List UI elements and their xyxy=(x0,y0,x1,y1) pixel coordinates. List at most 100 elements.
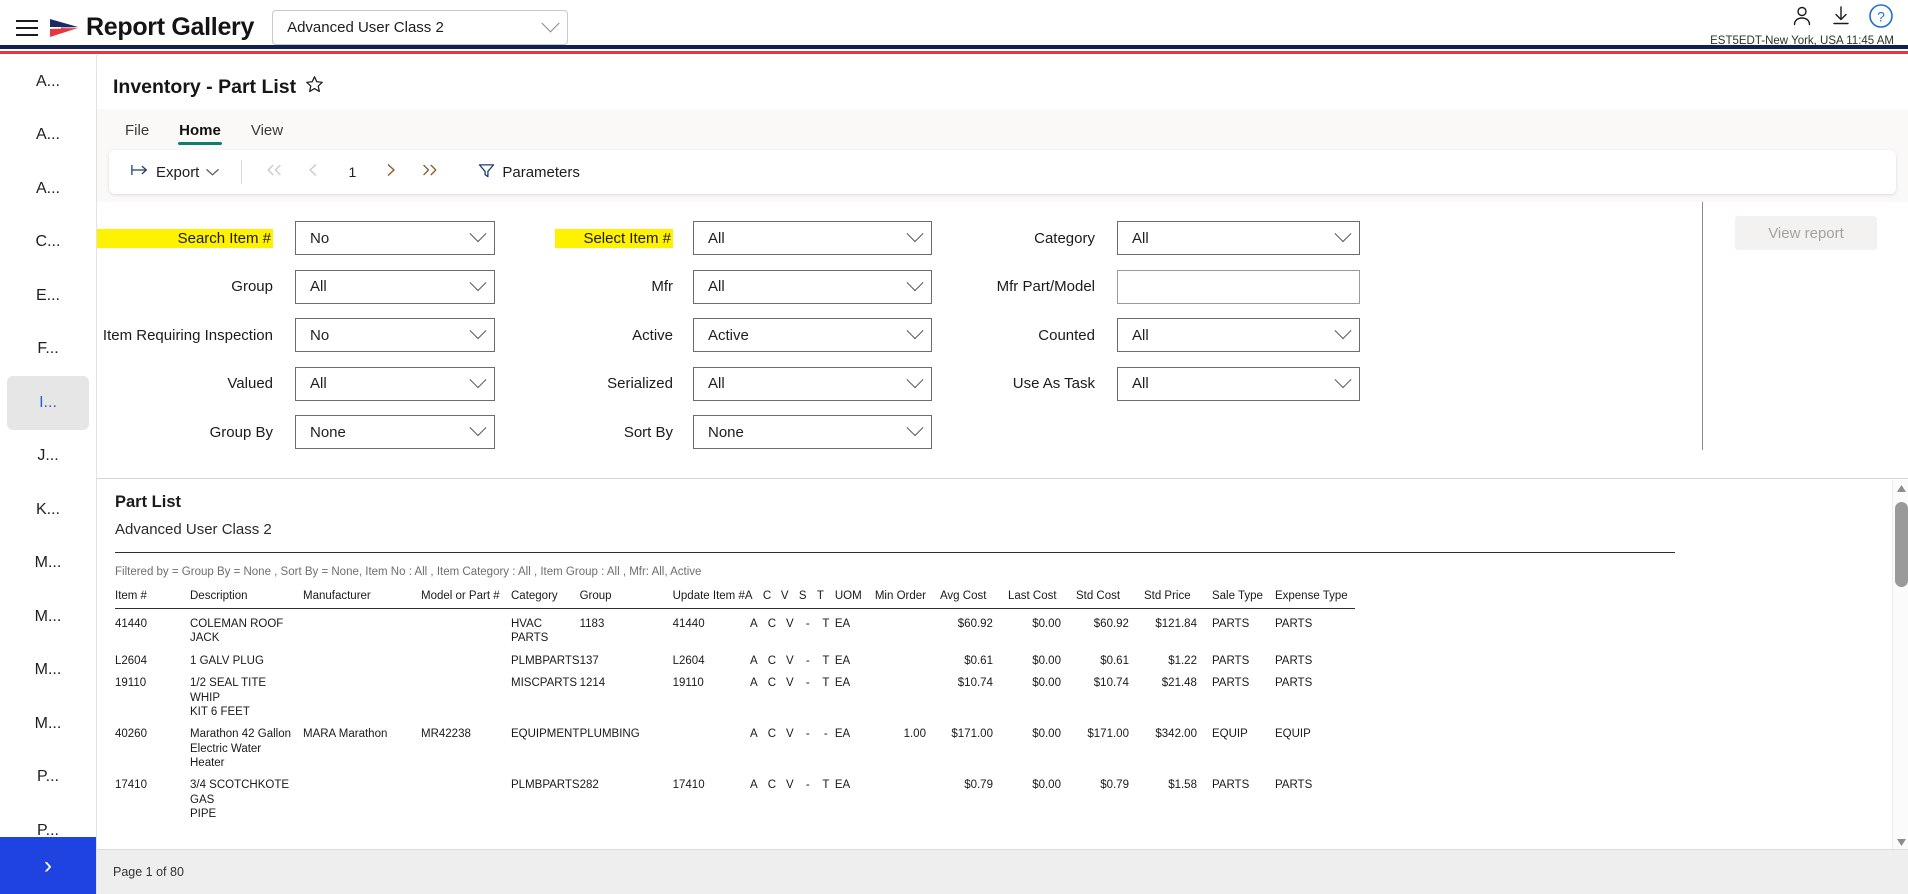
column-header: Min Order xyxy=(874,590,926,602)
sidebar-item-14[interactable]: P... xyxy=(7,804,89,837)
cell-group: 1214 xyxy=(579,677,606,690)
tab-file[interactable]: File xyxy=(113,118,161,147)
column-header: V xyxy=(780,590,789,602)
parameter-select[interactable]: No xyxy=(295,318,495,353)
sidebar-item-7[interactable]: J... xyxy=(7,430,89,484)
parameter-row: Group All xyxy=(97,263,495,312)
cell-item: 17410 xyxy=(115,779,147,792)
column-header: Last Cost xyxy=(1007,590,1057,602)
parameter-select[interactable]: All xyxy=(295,269,495,304)
parameter-select[interactable]: Active xyxy=(693,318,932,353)
filter-funnel-icon xyxy=(478,163,495,182)
sidebar-item-8[interactable]: K... xyxy=(7,483,89,537)
chevron-right-icon xyxy=(384,163,398,182)
sidebar-item-1[interactable]: A... xyxy=(7,109,89,163)
column-header: A xyxy=(744,590,753,602)
help-circle-icon[interactable]: ? xyxy=(1868,3,1894,34)
parameter-label: Group By xyxy=(209,423,273,441)
chevron-down-icon xyxy=(906,225,924,243)
parameter-row: Search Item # No xyxy=(97,214,495,263)
sidebar-item-9[interactable]: M... xyxy=(7,537,89,591)
parameter-label: Sort By xyxy=(623,423,673,441)
first-page-button[interactable] xyxy=(256,157,294,187)
cell-sale_type: PARTS xyxy=(1211,779,1250,792)
chevron-down-icon xyxy=(1334,371,1352,388)
parameter-label: Item Requiring Inspection xyxy=(102,326,273,344)
cell-sale_type: PARTS xyxy=(1211,618,1250,630)
cell-item: 41440 xyxy=(115,618,147,630)
column-header: UOM xyxy=(834,590,862,602)
report-surface: Part List Advanced User Class 2 Filtered… xyxy=(97,479,1892,850)
export-label: Export xyxy=(156,163,200,181)
arrow-logo-icon xyxy=(48,15,82,41)
parameter-value: All xyxy=(708,375,725,393)
cell-a: A xyxy=(750,728,758,741)
content-pane: Inventory - Part List File Home View Expor… xyxy=(96,55,1908,894)
sidebar-item-list: A... A... A... C... E... F... I... J... K... M...… xyxy=(0,55,96,837)
parameter-select[interactable]: All xyxy=(1117,366,1360,401)
parameter-select[interactable]: None xyxy=(295,415,495,450)
previous-page-button[interactable] xyxy=(294,157,332,187)
cell-c: C xyxy=(767,779,776,792)
report-vertical-scrollbar[interactable] xyxy=(1892,480,1908,851)
parameter-select[interactable]: None xyxy=(693,415,932,450)
sidebar-item-0[interactable]: A... xyxy=(7,55,89,109)
sidebar-item-13[interactable]: P... xyxy=(7,751,89,805)
scroll-up-arrow-icon[interactable] xyxy=(1893,480,1908,497)
tab-home[interactable]: Home xyxy=(167,118,233,147)
cell-update_item: 17410 xyxy=(672,779,705,792)
svg-text:?: ? xyxy=(1877,8,1885,24)
parameter-select[interactable]: All xyxy=(295,366,495,401)
cell-expense_type: PARTS xyxy=(1274,779,1313,792)
cell-a: A xyxy=(750,779,758,792)
cell-a: A xyxy=(750,677,758,690)
sidebar-item-4[interactable]: E... xyxy=(7,269,89,323)
download-icon[interactable] xyxy=(1830,4,1852,33)
person-icon[interactable] xyxy=(1790,4,1814,33)
header-rule-red xyxy=(0,51,1908,54)
cell-c: C xyxy=(767,728,776,741)
sidebar-item-5[interactable]: F... xyxy=(7,323,89,377)
next-page-button[interactable] xyxy=(372,157,410,187)
sidebar-item-3[interactable]: C... xyxy=(7,216,89,270)
sidebar-item-2[interactable]: A... xyxy=(7,162,89,216)
last-page-button[interactable] xyxy=(410,157,448,187)
sidebar-item-6[interactable]: I... xyxy=(7,376,89,430)
cell-uom: EA xyxy=(834,654,851,667)
header-icon-group: ? xyxy=(1790,3,1894,33)
user-class-select[interactable]: Advanced User Class 2 xyxy=(272,10,569,45)
parameter-select[interactable]: All xyxy=(1117,221,1360,256)
report-subheading: Advanced User Class 2 xyxy=(115,521,272,538)
page-status-label: Page 1 of 80 xyxy=(113,865,184,879)
sidebar-expand-button[interactable]: › xyxy=(0,837,96,894)
sidebar-item-11[interactable]: M... xyxy=(7,644,89,698)
parameter-select[interactable]: No xyxy=(295,221,495,256)
parameter-select[interactable]: All xyxy=(693,366,932,401)
parameter-text-input[interactable] xyxy=(1117,269,1360,304)
export-button[interactable]: Export xyxy=(123,158,227,186)
parameter-column-1: Search Item # No Group All Item Requiring In… xyxy=(97,214,495,457)
parameter-value: None xyxy=(310,423,346,441)
cell-std_price: $21.48 xyxy=(1161,677,1197,690)
parameter-value: All xyxy=(708,278,725,296)
parameter-select[interactable]: All xyxy=(693,221,932,256)
tab-view[interactable]: View xyxy=(239,118,295,147)
view-report-button[interactable]: View report xyxy=(1735,216,1877,250)
parameter-row: Use As Task All xyxy=(947,360,1360,409)
cell-uom: EA xyxy=(834,728,851,741)
parameters-button[interactable]: Parameters xyxy=(470,158,588,187)
parameter-select[interactable]: All xyxy=(1117,318,1360,353)
parameter-label: Valued xyxy=(227,375,273,393)
page-number-input[interactable]: 1 xyxy=(332,164,372,180)
parameter-value: All xyxy=(310,278,327,296)
parameter-label: Counted xyxy=(1038,326,1095,344)
report-scrollbar-thumb[interactable] xyxy=(1895,502,1908,587)
hamburger-menu-icon[interactable] xyxy=(10,11,44,45)
sidebar-item-12[interactable]: M... xyxy=(7,697,89,751)
sidebar-item-10[interactable]: M... xyxy=(7,590,89,644)
sidebar-item-label: M... xyxy=(34,607,62,625)
parameter-row: Select Item # All xyxy=(555,214,932,263)
star-outline-icon[interactable] xyxy=(305,75,324,99)
cell-expense_type: PARTS xyxy=(1274,654,1313,667)
parameter-select[interactable]: All xyxy=(693,269,932,304)
